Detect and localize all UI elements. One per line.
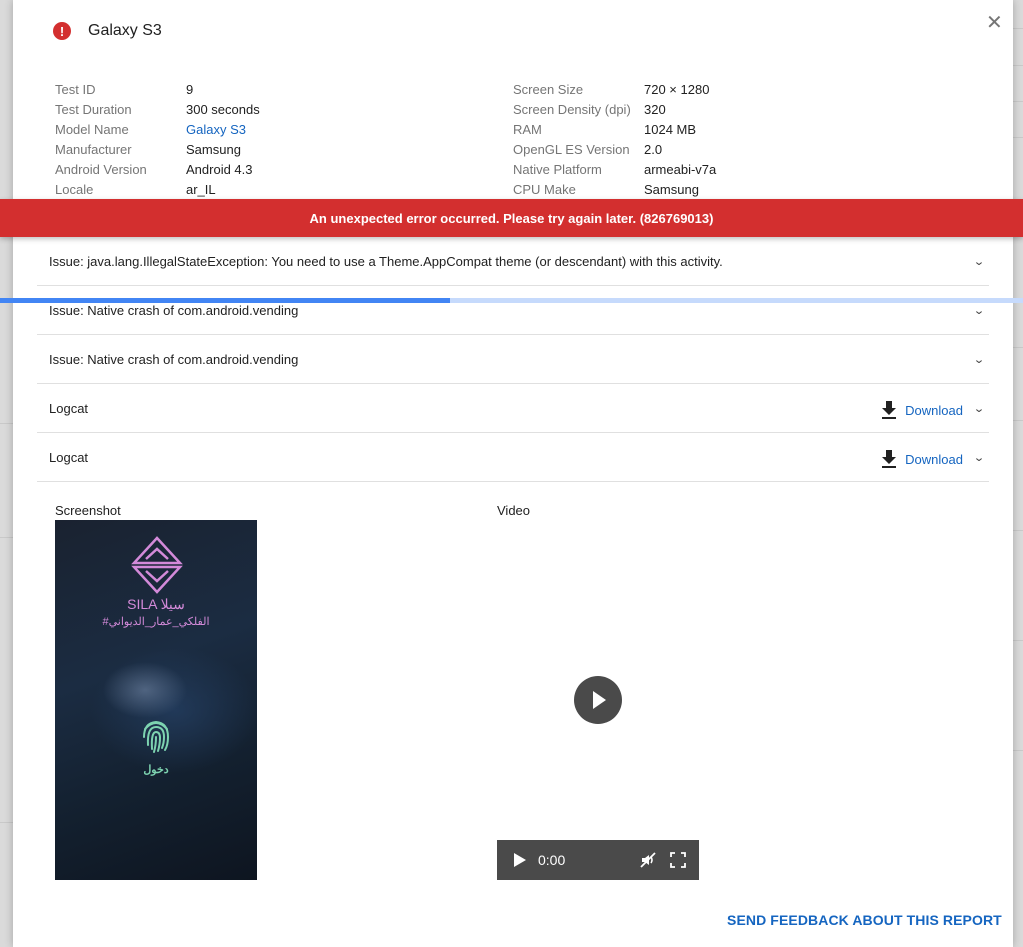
info-value: Samsung bbox=[644, 181, 699, 197]
bg-divider bbox=[0, 423, 13, 424]
info-value: 300 seconds bbox=[186, 101, 260, 117]
info-label: CPU Make bbox=[513, 181, 576, 197]
close-icon: ✕ bbox=[986, 12, 1003, 34]
device-info-left: Test ID 9 Test Duration 300 seconds Mode… bbox=[55, 79, 260, 199]
section-issue-native-crash[interactable]: Issue: Native crash of com.android.vendi… bbox=[37, 286, 989, 335]
bg-divider bbox=[1013, 640, 1023, 641]
close-button[interactable]: ✕ bbox=[986, 12, 1003, 34]
app-brand-text: SILA سيلا bbox=[127, 596, 185, 612]
login-label: دخول bbox=[143, 764, 169, 776]
test-result-dialog: ✕ ! Galaxy S3 Test ID 9 Test Duration 30… bbox=[13, 0, 1013, 947]
bg-divider bbox=[1013, 420, 1023, 421]
send-feedback-button[interactable]: SEND FEEDBACK ABOUT THIS REPORT bbox=[727, 912, 1002, 928]
screenshot-label: Screenshot bbox=[55, 503, 121, 518]
info-label: Android Version bbox=[55, 161, 147, 177]
play-icon[interactable] bbox=[514, 853, 526, 867]
info-label: Model Name bbox=[55, 121, 129, 137]
dialog-header: ! Galaxy S3 bbox=[53, 22, 162, 40]
section-label: Issue: Native crash of com.android.vendi… bbox=[49, 351, 299, 367]
info-label: RAM bbox=[513, 121, 542, 137]
bg-divider bbox=[0, 822, 13, 823]
dialog-title: Galaxy S3 bbox=[88, 22, 162, 39]
info-value: 320 bbox=[644, 101, 666, 117]
info-label: Manufacturer bbox=[55, 141, 132, 157]
section-issue-native-crash[interactable]: Issue: Native crash of com.android.vendi… bbox=[37, 335, 989, 384]
chevron-down-icon[interactable]: ⌄ bbox=[971, 255, 987, 268]
info-label: Test Duration bbox=[55, 101, 132, 117]
model-name-link[interactable]: Galaxy S3 bbox=[186, 122, 246, 137]
info-row-screen-size: Screen Size 720 × 1280 bbox=[513, 79, 716, 99]
bg-divider bbox=[1013, 28, 1023, 29]
app-hashtag-text: #الفلكي_عمار_الديواني bbox=[102, 616, 210, 628]
error-banner: An unexpected error occurred. Please try… bbox=[0, 199, 1023, 237]
download-link[interactable]: Download bbox=[881, 450, 963, 468]
fingerprint-icon bbox=[143, 720, 170, 753]
info-row-test-id: Test ID 9 bbox=[55, 79, 260, 99]
video-controls: 0:00 bbox=[497, 840, 699, 880]
info-row-model-name: Model Name Galaxy S3 bbox=[55, 119, 260, 139]
section-logcat[interactable]: Logcat Download ⌄ bbox=[37, 433, 989, 482]
info-row-test-duration: Test Duration 300 seconds bbox=[55, 99, 260, 119]
info-row-screen-density: Screen Density (dpi) 320 bbox=[513, 99, 716, 119]
info-value: 1024 MB bbox=[644, 121, 697, 137]
app-logo-icon bbox=[131, 536, 183, 594]
info-value: 2.0 bbox=[644, 141, 663, 157]
chevron-down-icon[interactable]: ⌄ bbox=[971, 402, 987, 415]
play-overlay-button[interactable] bbox=[574, 676, 622, 724]
info-label: Screen Density (dpi) bbox=[513, 101, 631, 117]
info-row-android-version: Android Version Android 4.3 bbox=[55, 159, 260, 179]
error-icon: ! bbox=[53, 22, 71, 40]
bg-divider bbox=[1013, 530, 1023, 531]
chevron-down-icon[interactable]: ⌄ bbox=[971, 451, 987, 464]
info-row-cpu-make: CPU Make Samsung bbox=[513, 179, 716, 199]
fullscreen-icon[interactable] bbox=[669, 851, 687, 869]
info-value: ar_IL bbox=[186, 181, 216, 197]
chevron-down-icon[interactable]: ⌄ bbox=[971, 353, 987, 366]
chevron-down-icon[interactable]: ⌄ bbox=[971, 304, 987, 317]
info-value: 720 × 1280 bbox=[644, 81, 710, 97]
progress-fill bbox=[0, 298, 451, 303]
download-icon bbox=[882, 401, 897, 419]
loading-progress-bar bbox=[0, 298, 1023, 303]
section-label: Logcat bbox=[49, 400, 89, 416]
info-row-manufacturer: Manufacturer Samsung bbox=[55, 139, 260, 159]
info-row-native-platform: Native Platform armeabi-v7a bbox=[513, 159, 716, 179]
error-message: An unexpected error occurred. Please try… bbox=[309, 210, 714, 226]
device-info-right: Screen Size 720 × 1280 Screen Density (d… bbox=[513, 79, 716, 199]
info-label: OpenGL ES Version bbox=[513, 141, 630, 157]
mute-icon[interactable] bbox=[639, 851, 657, 869]
bg-divider bbox=[1013, 750, 1023, 751]
download-icon bbox=[882, 450, 897, 468]
info-row-ram: RAM 1024 MB bbox=[513, 119, 716, 139]
download-label: Download bbox=[905, 451, 963, 467]
section-issue-illegal-state[interactable]: Issue: java.lang.IllegalStateException: … bbox=[37, 237, 989, 286]
bg-divider bbox=[0, 537, 13, 538]
bg-divider bbox=[1013, 101, 1023, 102]
section-label: Issue: Native crash of com.android.vendi… bbox=[49, 302, 299, 318]
info-label: Locale bbox=[55, 181, 94, 197]
bg-divider bbox=[1013, 65, 1023, 66]
report-sections: Issue: java.lang.IllegalStateException: … bbox=[37, 237, 989, 482]
info-value: armeabi-v7a bbox=[644, 161, 717, 177]
info-label: Test ID bbox=[55, 81, 96, 97]
info-row-opengl: OpenGL ES Version 2.0 bbox=[513, 139, 716, 159]
section-logcat[interactable]: Logcat Download ⌄ bbox=[37, 384, 989, 433]
download-label: Download bbox=[905, 402, 963, 418]
info-label: Native Platform bbox=[513, 161, 602, 177]
download-link[interactable]: Download bbox=[881, 401, 963, 419]
info-label: Screen Size bbox=[513, 81, 584, 97]
section-label: Logcat bbox=[49, 449, 89, 465]
info-row-locale: Locale ar_IL bbox=[55, 179, 260, 199]
bg-divider bbox=[1013, 137, 1023, 138]
info-value: Android 4.3 bbox=[186, 161, 253, 177]
video-time: 0:00 bbox=[538, 852, 566, 868]
video-player[interactable]: 0:00 bbox=[497, 520, 699, 880]
video-label: Video bbox=[497, 503, 531, 518]
info-value: Samsung bbox=[186, 141, 241, 157]
section-label: Issue: java.lang.IllegalStateException: … bbox=[49, 253, 723, 269]
device-screenshot[interactable]: SILA سيلا #الفلكي_عمار_الديواني دخول bbox=[55, 520, 257, 880]
bg-divider bbox=[1013, 347, 1023, 348]
info-value: 9 bbox=[186, 81, 194, 97]
